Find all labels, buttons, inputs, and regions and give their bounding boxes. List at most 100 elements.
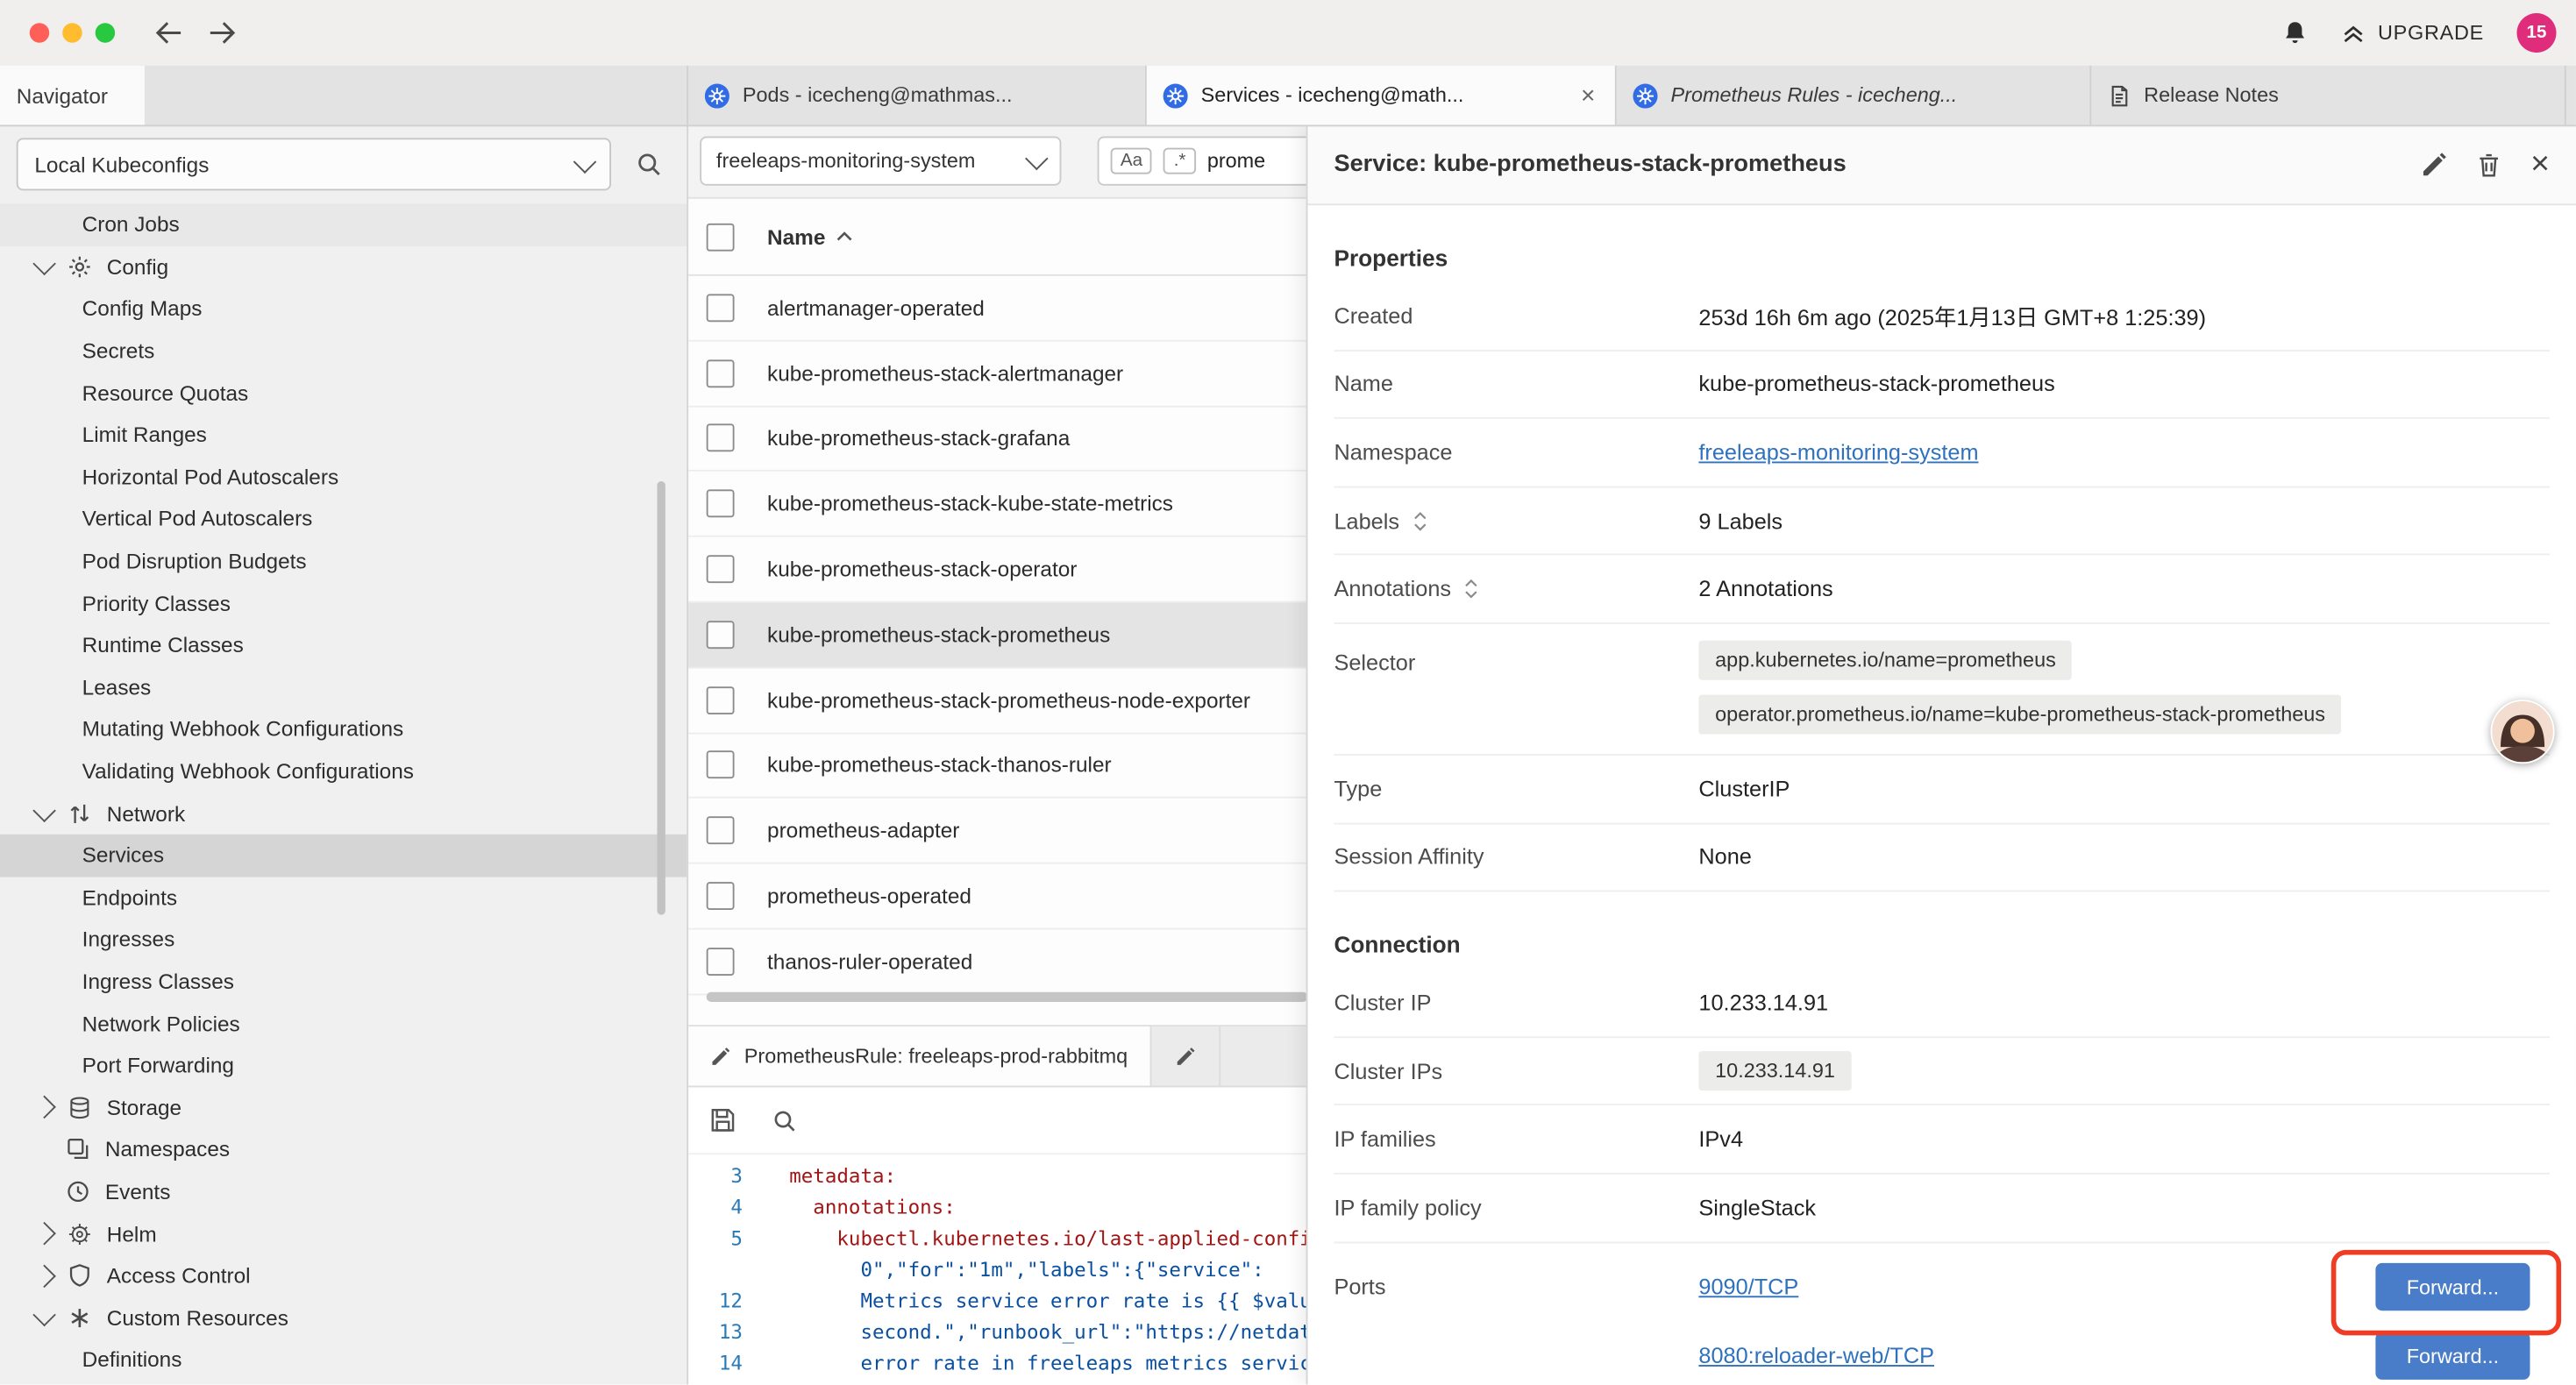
horizontal-scrollbar[interactable] (707, 992, 1308, 1002)
tab-pods[interactable]: Pods - icecheng@mathmas... (688, 66, 1147, 124)
tab-argo[interactable]: Argo S (2566, 66, 2576, 124)
network-arrows-icon (68, 801, 92, 826)
app-window: UPGRADE 15 Navigator Pods - icecheng@mat… (0, 0, 2576, 1385)
dock-tab-prometheusrule[interactable]: PrometheusRule: freeleaps-prod-rabbitmq (687, 1026, 1152, 1085)
created-row: Created 253d 16h 6m ago (2025年1月13日 GMT+… (1334, 282, 2550, 351)
delete-trash-icon[interactable] (2476, 150, 2502, 178)
notifications-bell-icon[interactable] (2282, 19, 2309, 47)
selector-badge[interactable]: operator.prometheus.io/name=kube-prometh… (1698, 695, 2341, 735)
sidebar-item-resource-quotas[interactable]: Resource Quotas (0, 372, 687, 414)
row-checkbox[interactable] (707, 555, 735, 583)
sidebar-item-leases[interactable]: Leases (0, 666, 687, 708)
row-checkbox[interactable] (707, 817, 735, 845)
config-gear-icon (68, 254, 92, 279)
sidebar-item-definitions[interactable]: Definitions (0, 1339, 687, 1381)
kubeconfig-selector[interactable]: Local Kubeconfigs (17, 138, 611, 190)
row-checkbox[interactable] (707, 882, 735, 910)
annotations-row: Annotations 2 Annotations (1334, 556, 2550, 624)
port-link-8080-reloader-web[interactable]: 8080:reloader-web/TCP (1698, 1344, 1934, 1368)
tab-services-active[interactable]: Services - icecheng@math... × (1147, 66, 1617, 124)
namespace-filter-select[interactable]: freeleaps-monitoring-system (700, 137, 1061, 186)
match-case-toggle[interactable]: Aa (1111, 148, 1153, 174)
session-affinity-row: Session Affinity None (1334, 824, 2550, 892)
row-checkbox[interactable] (707, 621, 735, 649)
sidebar-item-events[interactable]: Events (0, 1170, 687, 1212)
sidebar-item-vertical-pod-autoscalers[interactable]: Vertical Pod Autoscalers (0, 498, 687, 540)
sidebar-item-namespaces[interactable]: Namespaces (0, 1128, 687, 1170)
sidebar-item-custom-resources[interactable]: Custom Resources (0, 1296, 687, 1339)
sidebar-item-mutating-webhook-configurations[interactable]: Mutating Webhook Configurations (0, 708, 687, 750)
selector-badge[interactable]: app.kubernetes.io/name=prometheus (1698, 641, 2072, 680)
tab-release-notes[interactable]: Release Notes (2091, 66, 2565, 124)
close-drawer-icon[interactable]: × (2530, 148, 2550, 181)
expand-toggle-icon[interactable] (1413, 510, 1427, 531)
sidebar-item-pod-disruption-budgets[interactable]: Pod Disruption Budgets (0, 540, 687, 582)
forward-icon[interactable] (209, 21, 237, 44)
maximize-window-button[interactable] (96, 23, 115, 42)
service-detail-drawer: Service: kube-prometheus-stack-prometheu… (1306, 124, 2576, 1384)
name-row: Name kube-prometheus-stack-prometheus (1334, 351, 2550, 419)
row-checkbox[interactable] (707, 751, 735, 779)
expand-toggle-icon[interactable] (1464, 579, 1479, 600)
chevron-down-icon (32, 252, 55, 275)
dock-tab-partial[interactable] (1152, 1026, 1221, 1085)
chevron-down-icon (1025, 147, 1048, 170)
row-checkbox[interactable] (707, 686, 735, 714)
service-name: kube-prometheus-stack-prometheus (767, 622, 1110, 647)
user-avatar[interactable] (2491, 700, 2555, 764)
sidebar-item-ingresses[interactable]: Ingresses (0, 919, 687, 961)
sidebar-item-port-forwarding[interactable]: Port Forwarding (0, 1044, 687, 1086)
regex-toggle[interactable]: .* (1163, 148, 1195, 174)
sidebar-item-endpoints[interactable]: Endpoints (0, 877, 687, 919)
tab-prometheus-rules[interactable]: Prometheus Rules - icecheng... (1617, 66, 2091, 124)
forward-button[interactable]: Forward... (2375, 1332, 2530, 1380)
sidebar-search-icon[interactable] (628, 143, 671, 186)
sidebar-scrollbar[interactable] (657, 481, 665, 915)
name-column-header[interactable]: Name (767, 224, 853, 249)
close-window-button[interactable] (30, 23, 49, 42)
editor-search-icon[interactable] (772, 1108, 797, 1133)
search-text: prome (1207, 150, 1265, 173)
namespace-link[interactable]: freeleaps-monitoring-system (1698, 440, 1978, 465)
service-name: prometheus-adapter (767, 819, 959, 843)
row-checkbox[interactable] (707, 490, 735, 518)
row-checkbox[interactable] (707, 948, 735, 976)
document-icon (2108, 83, 2131, 108)
sidebar-item-validating-webhook-configurations[interactable]: Validating Webhook Configurations (0, 750, 687, 792)
row-checkbox[interactable] (707, 294, 735, 322)
cluster-ip-badge[interactable]: 10.233.14.91 (1698, 1051, 1851, 1090)
sidebar-item-cron-jobs[interactable]: Cron Jobs (0, 203, 687, 245)
sidebar-item-horizontal-pod-autoscalers[interactable]: Horizontal Pod Autoscalers (0, 456, 687, 498)
service-name: thanos-ruler-operated (767, 949, 972, 974)
sidebar-item-priority-classes[interactable]: Priority Classes (0, 582, 687, 624)
sidebar-item-storage[interactable]: Storage (0, 1086, 687, 1128)
sidebar-item-secrets[interactable]: Secrets (0, 330, 687, 372)
forward-button[interactable]: Forward... (2375, 1263, 2530, 1310)
tab-bar: Navigator Pods - icecheng@mathmas... Ser… (0, 66, 2576, 126)
sidebar-item-config[interactable]: Config (0, 245, 687, 288)
close-tab-icon[interactable]: × (1577, 83, 1598, 108)
save-icon[interactable] (709, 1107, 736, 1133)
minimize-window-button[interactable] (62, 23, 82, 42)
sidebar-item-network-policies[interactable]: Network Policies (0, 1002, 687, 1044)
custom-resources-asterisk-icon (68, 1305, 92, 1330)
sidebar-item-helm[interactable]: Helm (0, 1212, 687, 1254)
upgrade-button[interactable]: UPGRADE (2342, 21, 2484, 44)
sidebar-item-ingress-classes[interactable]: Ingress Classes (0, 961, 687, 1003)
code-line: error rate in freeleaps metrics service (765, 1348, 1323, 1380)
sidebar-item-config-maps[interactable]: Config Maps (0, 288, 687, 330)
navigator-panel-tab[interactable]: Navigator (0, 66, 144, 124)
select-all-checkbox[interactable] (707, 223, 735, 251)
row-checkbox[interactable] (707, 424, 735, 452)
row-checkbox[interactable] (707, 359, 735, 387)
sidebar-item-services[interactable]: Services (0, 835, 687, 877)
port-link-9090[interactable]: 9090/TCP (1698, 1275, 1798, 1299)
labels-row: Labels 9 Labels (1334, 487, 2550, 556)
edit-pencil-icon[interactable] (2421, 150, 2449, 178)
sidebar-item-runtime-classes[interactable]: Runtime Classes (0, 624, 687, 666)
notification-count-badge[interactable]: 15 (2517, 13, 2557, 53)
back-icon[interactable] (154, 21, 182, 44)
sidebar-item-access-control[interactable]: Access Control (0, 1254, 687, 1296)
sidebar-item-limit-ranges[interactable]: Limit Ranges (0, 414, 687, 456)
sidebar-item-network[interactable]: Network (0, 792, 687, 835)
